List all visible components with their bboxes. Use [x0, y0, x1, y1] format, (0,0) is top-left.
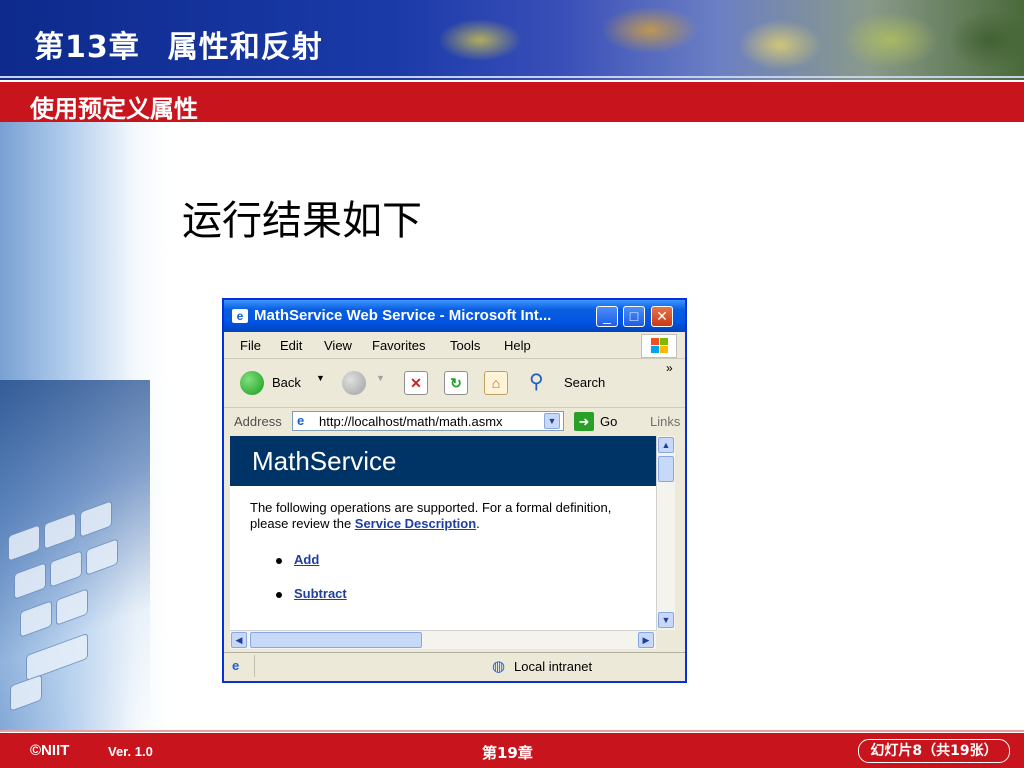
service-name: MathService — [252, 446, 397, 476]
go-button-label[interactable]: Go — [600, 414, 617, 429]
bullet-icon — [276, 558, 282, 564]
header-photo-collage — [420, 0, 1024, 80]
minimize-icon[interactable]: _ — [596, 306, 618, 327]
keyboard-key — [86, 538, 118, 576]
slide-counter: 幻灯片8（共19张） — [858, 739, 1010, 763]
operation-link-add[interactable]: Add — [294, 552, 319, 567]
maximize-icon[interactable]: □ — [623, 306, 645, 327]
scroll-right-icon[interactable]: ▶ — [638, 632, 654, 648]
footer-divider — [0, 730, 1024, 732]
scroll-down-icon[interactable]: ▼ — [658, 612, 674, 628]
service-banner: MathService — [230, 436, 656, 486]
keyboard-key — [44, 512, 76, 550]
operation-link-subtract[interactable]: Subtract — [294, 586, 347, 601]
toolbar-overflow-icon[interactable]: » — [666, 361, 673, 375]
keyboard-key — [56, 588, 88, 626]
address-label: Address — [234, 414, 282, 429]
niit-logo: ©NIIT — [30, 742, 70, 759]
home-icon[interactable]: ⌂ — [484, 371, 508, 395]
horizontal-scroll-thumb[interactable] — [250, 632, 422, 648]
header-divider — [0, 76, 1024, 78]
status-divider — [254, 655, 255, 677]
bullet-icon — [276, 592, 282, 598]
stop-icon[interactable]: ✕ — [404, 371, 428, 395]
close-icon[interactable]: ✕ — [651, 306, 673, 327]
menu-favorites[interactable]: Favorites — [372, 338, 425, 353]
menu-help[interactable]: Help — [504, 338, 531, 353]
menu-view[interactable]: View — [324, 338, 352, 353]
status-bar: e ◍ Local intranet — [224, 652, 685, 681]
menu-file[interactable]: File — [240, 338, 261, 353]
slide-header: 第13章 属性和反射 — [0, 0, 1024, 80]
scroll-left-icon[interactable]: ◀ — [231, 632, 247, 648]
menu-bar: File Edit View Favorites Tools Help — [224, 332, 685, 359]
keyboard-key — [14, 562, 46, 600]
keyboard-key — [26, 632, 88, 682]
ie-page-icon: e — [297, 413, 305, 428]
links-label[interactable]: Links — [650, 414, 680, 429]
scroll-up-icon[interactable]: ▲ — [658, 437, 674, 453]
horizontal-scrollbar[interactable]: ◀ ▶ — [230, 630, 656, 649]
vertical-scrollbar[interactable]: ▲ ▼ — [656, 436, 675, 630]
local-intranet-icon: ◍ — [492, 658, 506, 675]
menu-tools[interactable]: Tools — [450, 338, 480, 353]
keyboard-key — [8, 524, 40, 562]
keyboard-key — [20, 600, 52, 638]
slide-heading: 运行结果如下 — [182, 198, 422, 244]
keyboard-key — [50, 550, 82, 588]
address-input[interactable]: e http://localhost/math/math.asmx — [292, 411, 564, 431]
zone-label: Local intranet — [514, 659, 593, 674]
window-title: MathService Web Service - Microsoft Int.… — [254, 307, 552, 324]
page-content: MathService The following operations are… — [230, 436, 656, 630]
ie-page-icon: e — [232, 309, 248, 323]
section-bar: 使用预定义属性 — [0, 82, 1024, 123]
slide-footer: ©NIIT Ver. 1.0 第19章 幻灯片8（共19张） — [0, 733, 1024, 768]
address-url: http://localhost/math/math.asmx — [319, 414, 503, 429]
refresh-icon[interactable]: ↻ — [444, 371, 468, 395]
forward-arrow-icon[interactable] — [342, 371, 366, 395]
ie-page-icon: e — [232, 658, 240, 673]
search-icon[interactable]: ⚲ — [529, 369, 544, 394]
slide-title: 第13章 属性和反射 — [34, 22, 323, 66]
window-titlebar[interactable]: e MathService Web Service - Microsoft In… — [224, 300, 685, 332]
forward-dropdown-icon[interactable]: ▼ — [376, 373, 385, 383]
keyboard-key — [10, 674, 42, 712]
service-description-link[interactable]: Service Description — [355, 516, 476, 531]
chapter-number: 第13章 — [34, 30, 140, 65]
chapter-title: 属性和反射 — [167, 30, 323, 65]
back-button-label[interactable]: Back — [272, 375, 301, 390]
footer-chapter: 第19章 — [482, 744, 533, 762]
back-arrow-icon[interactable] — [240, 371, 264, 395]
search-button-label[interactable]: Search — [564, 375, 605, 390]
keyboard-key — [80, 500, 112, 538]
address-dropdown-icon[interactable]: ▼ — [544, 413, 560, 429]
browser-toolbar: Back ▼ ▼ ✕ ↻ ⌂ ⚲ Search » — [224, 359, 685, 408]
back-dropdown-icon[interactable]: ▼ — [316, 373, 325, 383]
intro-end: . — [476, 516, 480, 531]
section-title: 使用预定义属性 — [30, 95, 198, 123]
version-label: Ver. 1.0 — [108, 744, 153, 759]
keyboard-image — [0, 380, 150, 730]
menu-edit[interactable]: Edit — [280, 338, 302, 353]
windows-logo-icon — [641, 334, 677, 358]
address-bar: Address e http://localhost/math/math.asm… — [224, 408, 685, 436]
browser-window: e MathService Web Service - Microsoft In… — [222, 298, 687, 683]
go-arrow-icon[interactable]: ➜ — [574, 412, 594, 431]
scroll-thumb[interactable] — [658, 456, 674, 482]
intro-paragraph: The following operations are supported. … — [250, 500, 650, 532]
